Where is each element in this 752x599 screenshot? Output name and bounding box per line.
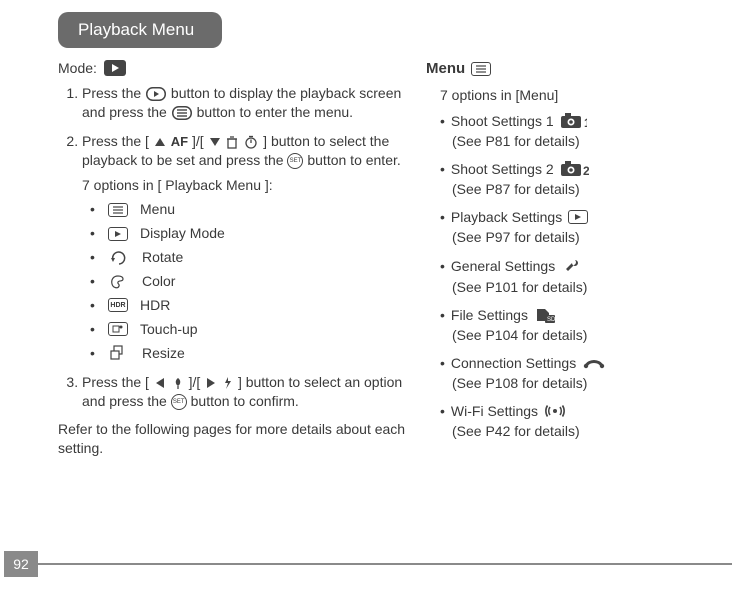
menu-item-file-label: File Settings [451,307,528,323]
svg-text:2: 2 [583,164,589,177]
wifi-icon [545,403,565,419]
options-list: • Menu • Display Mode • [82,200,408,362]
connection-icon [583,356,605,370]
menu-item-playback-sub: (See P97 for details) [452,229,716,245]
footer-rule [38,563,732,565]
menu-item-general-sub: (See P101 for details) [452,279,716,295]
steps-list: Press the button to display the playback… [58,84,408,410]
up-arrow-icon [154,136,166,148]
step3-mid: ]/[ [189,374,205,390]
menu-head-label: Menu [426,60,465,77]
content-area: Mode: Press the button to display the pl… [58,60,716,458]
step3-text-c: button to confirm. [191,393,299,409]
camera1-icon: 1 [561,113,587,129]
step2-text-a: Press the [ [82,133,153,149]
color-palette-icon [109,274,129,290]
resize-icon [109,345,129,361]
menu-item-shoot1-sub: (See P81 for details) [452,133,716,149]
step2-mid: ]/[ [192,133,208,149]
menu-item-shoot1: •Shoot Settings 1 1 [440,113,716,129]
opt-color: • Color [90,272,408,291]
step-1: Press the button to display the playback… [82,84,408,122]
trash-icon [226,135,238,149]
af-label: AF [171,134,188,149]
svg-text:SD: SD [547,317,555,323]
opt-hdr-label: HDR [140,296,170,315]
opt-display-label: Display Mode [140,224,225,243]
opt-rotate-label: Rotate [142,248,183,267]
menu-item-wifi: •Wi-Fi Settings [440,403,716,419]
menu-heading: Menu [426,60,716,77]
menu-list-icon-head [471,62,491,76]
opt-touchup-label: Touch-up [140,320,198,339]
menu-item-shoot2: •Shoot Settings 2 2 [440,161,716,177]
svg-text:1: 1 [584,116,587,129]
set-button-icon: SET [287,153,303,169]
right-arrow-icon [205,377,217,389]
left-arrow-icon [154,377,166,389]
opt-resize-label: Resize [142,344,185,363]
menu-item-connection-label: Connection Settings [451,355,576,371]
menu-button-icon [172,106,192,120]
refer-note: Refer to the following pages for more de… [58,420,408,458]
menu-item-shoot2-label: Shoot Settings 2 [451,161,554,177]
menu-item-shoot2-sub: (See P87 for details) [452,181,716,197]
down-arrow-icon [209,136,221,148]
opt-touchup: • Touch-up [90,320,408,339]
flash-icon [223,376,233,390]
opt-resize: • Resize [90,344,408,363]
step2-text-c: button to enter. [307,152,400,168]
step-2: Press the [ AF ]/[ [82,132,408,363]
section-title: Playback Menu [78,20,194,39]
display-mode-icon [108,227,128,241]
step3-text-a: Press the [ [82,374,153,390]
menu-list-icon [108,203,128,217]
page-number: 92 [4,551,38,577]
mode-label: Mode: [58,60,97,76]
section-tab: Playback Menu [58,12,222,48]
menu-block: 7 options in [Menu] •Shoot Settings 1 1 … [426,87,716,439]
step1-text-c: button to enter the menu. [197,104,353,120]
menu-item-connection: •Connection Settings [440,355,716,371]
menu-item-general: •General Settings [440,257,716,275]
play-settings-icon [568,210,588,224]
menu-item-playback: •Playback Settings [440,209,716,225]
menu-item-file-sub: (See P104 for details) [452,327,716,343]
rotate-icon [109,250,129,266]
hdr-icon: HDR [108,298,128,312]
right-column: Menu 7 options in [Menu] •Shoot Settings… [426,60,716,458]
touchup-icon [108,322,128,336]
opt-menu: • Menu [90,200,408,219]
play-mode-icon [104,60,126,76]
menu-item-wifi-sub: (See P42 for details) [452,423,716,439]
menu-item-general-label: General Settings [451,258,555,274]
set-button-icon-2: SET [171,394,187,410]
opt-display: • Display Mode [90,224,408,243]
timer-icon [244,135,258,149]
options-title: 7 options in [ Playback Menu ]: [82,176,408,195]
menu-item-file: •File Settings SD [440,307,716,323]
step-3: Press the [ ]/[ [82,373,408,411]
camera2-icon: 2 [561,161,589,177]
wrench-icon [562,257,580,275]
menu-count: 7 options in [Menu] [440,87,716,103]
playback-button-icon [146,87,166,101]
menu-item-playback-label: Playback Settings [451,209,562,225]
left-column: Mode: Press the button to display the pl… [58,60,408,458]
mode-line: Mode: [58,60,408,76]
step1-text-a: Press the [82,85,145,101]
opt-menu-label: Menu [140,200,175,219]
menu-item-shoot1-label: Shoot Settings 1 [451,113,554,129]
sd-card-icon: SD [535,307,555,323]
opt-rotate: • Rotate [90,248,408,267]
menu-item-wifi-label: Wi-Fi Settings [451,403,538,419]
opt-color-label: Color [142,272,175,291]
macro-icon [172,376,184,390]
menu-item-connection-sub: (See P108 for details) [452,375,716,391]
opt-hdr: • HDR HDR [90,296,408,315]
